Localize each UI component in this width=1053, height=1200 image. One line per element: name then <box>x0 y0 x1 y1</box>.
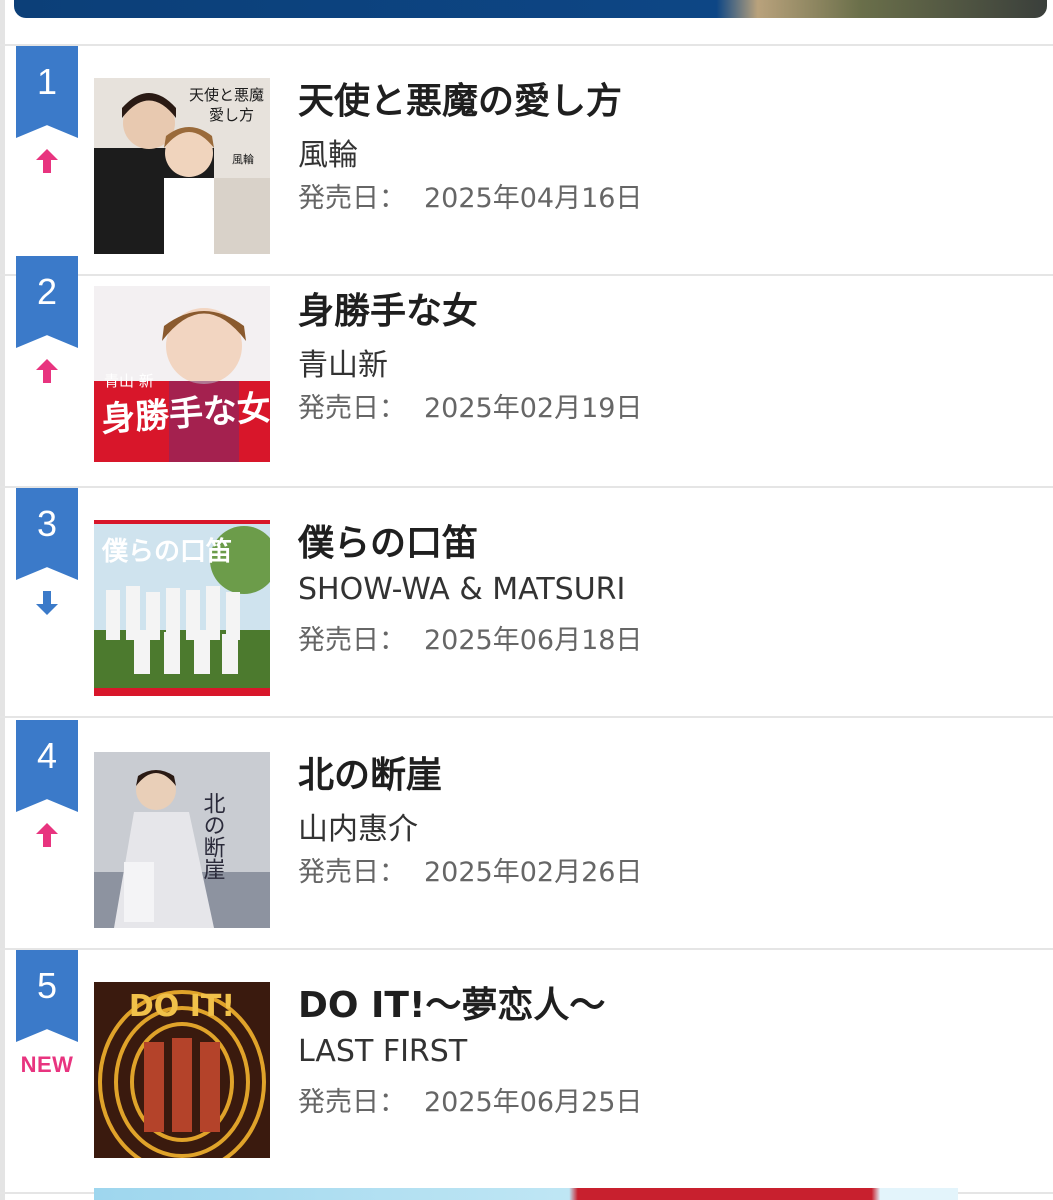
release-date: 発売日： 2025年02月19日 <box>298 386 642 425</box>
artist-name[interactable]: LAST FIRST <box>298 1034 467 1069</box>
trend-down-icon <box>16 588 78 618</box>
new-badge: NEW <box>20 1052 74 1077</box>
divider <box>0 716 1053 718</box>
artist-name[interactable]: SHOW-WA & MATSURI <box>298 572 625 607</box>
song-title[interactable]: 天使と悪魔の愛し方 <box>298 72 622 124</box>
svg-text:僕らの口笛: 僕らの口笛 <box>101 536 232 567</box>
release-date: 発売日： 2025年06月25日 <box>298 1080 642 1119</box>
release-label: 発売日： <box>298 183 406 214</box>
release-date-value: 2025年02月26日 <box>424 857 643 888</box>
top-banner[interactable] <box>14 0 1047 18</box>
ranking-item[interactable]: 3 僕らの口笛 僕らの口笛 SHOW-WA & MATSURI 発売日： 202… <box>0 488 1053 718</box>
album-cover[interactable]: 僕らの口笛 <box>94 520 270 696</box>
release-label: 発売日： <box>298 393 406 424</box>
svg-text:風輪: 風輪 <box>232 152 254 166</box>
release-date-value: 2025年06月18日 <box>424 625 643 656</box>
rank-ribbon: 2 <box>16 256 78 348</box>
release-date-value: 2025年04月16日 <box>424 183 643 214</box>
trend-up-icon <box>16 146 78 176</box>
release-date: 発売日： 2025年02月26日 <box>298 850 642 889</box>
album-cover[interactable]: DO IT! <box>94 982 270 1158</box>
release-label: 発売日： <box>298 1087 406 1118</box>
trend-up-icon <box>16 820 78 850</box>
artist-name[interactable]: 青山新 <box>298 340 388 384</box>
rank-ribbon: 5 <box>16 950 78 1042</box>
release-date: 発売日： 2025年04月16日 <box>298 176 642 215</box>
song-title[interactable]: 身勝手な女 <box>298 282 478 334</box>
rank-ribbon: 4 <box>16 720 78 812</box>
svg-text:青山 新: 青山 新 <box>104 372 154 390</box>
song-title[interactable]: DO IT!〜夢恋人〜 <box>298 976 605 1028</box>
ranking-item[interactable]: 4 北の断崖 北の断崖 山内惠介 発売日： 2025年02月26日 <box>0 720 1053 950</box>
svg-text:DO IT!: DO IT! <box>129 989 235 1024</box>
ranking-page: 1 天使と悪魔 愛し方 風輪 天使と悪魔の愛し方 風輪 発売日： 2025年04… <box>0 0 1053 1200</box>
album-cover[interactable]: 北の断崖 <box>94 752 270 928</box>
rank-ribbon: 1 <box>16 46 78 138</box>
trend-up-icon <box>16 356 78 386</box>
artist-name[interactable]: 風輪 <box>298 130 358 174</box>
bottom-ad-banner[interactable] <box>94 1188 958 1200</box>
ranking-item[interactable]: 1 天使と悪魔 愛し方 風輪 天使と悪魔の愛し方 風輪 発売日： 2025年04… <box>0 46 1053 276</box>
album-cover[interactable]: 青山 新 身勝手な女 <box>94 286 270 462</box>
song-title[interactable]: 僕らの口笛 <box>298 514 478 566</box>
album-cover[interactable]: 天使と悪魔 愛し方 風輪 <box>94 78 270 254</box>
release-date: 発売日： 2025年06月18日 <box>298 618 642 657</box>
release-date-value: 2025年02月19日 <box>424 393 643 424</box>
ranking-item[interactable]: 5 NEW DO IT! DO IT!〜夢恋人〜 LAST FIRST 発売日：… <box>0 950 1053 1194</box>
cover-title-text: 天使と悪魔 <box>189 86 264 104</box>
svg-text:愛し方: 愛し方 <box>209 106 254 124</box>
release-date-value: 2025年06月25日 <box>424 1087 643 1118</box>
release-label: 発売日： <box>298 625 406 656</box>
release-label: 発売日： <box>298 857 406 888</box>
ranking-item[interactable]: 2 青山 新 身勝手な女 身勝手な女 青山新 発売日： 2025年02月19日 <box>0 256 1053 488</box>
artist-name[interactable]: 山内惠介 <box>298 804 418 848</box>
song-title[interactable]: 北の断崖 <box>298 746 442 798</box>
rank-ribbon: 3 <box>16 488 78 580</box>
svg-text:北の断崖: 北の断崖 <box>200 792 226 880</box>
